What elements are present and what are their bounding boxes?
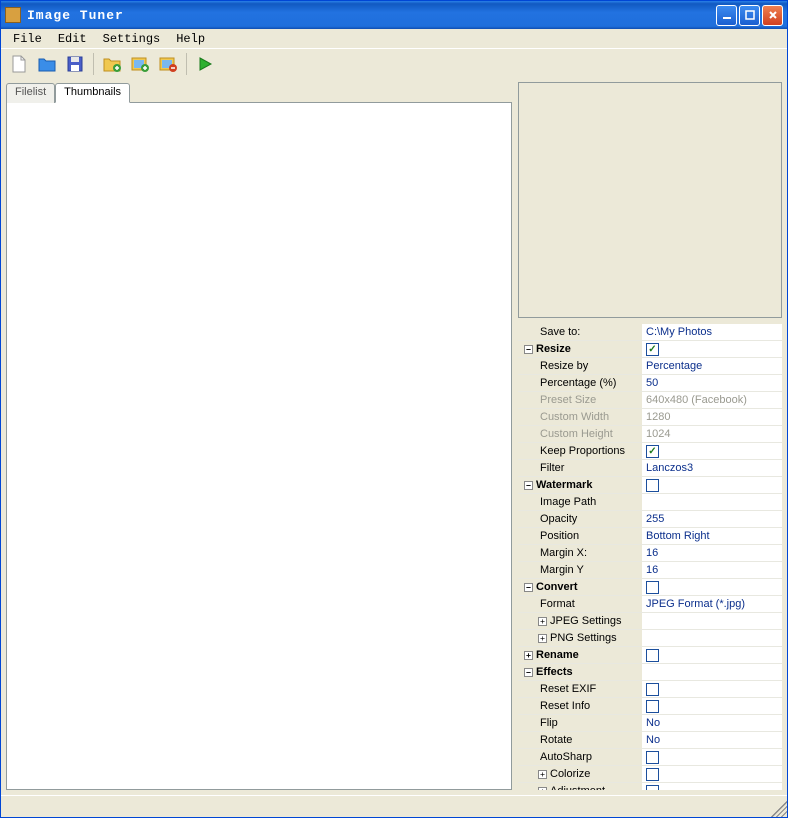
minimize-button[interactable]	[716, 5, 737, 26]
prop-filter[interactable]: Filter Lanczos3	[518, 460, 782, 477]
new-document-button[interactable]	[7, 52, 31, 76]
section-resize[interactable]: −Resize	[518, 341, 782, 358]
menu-help[interactable]: Help	[168, 30, 213, 48]
expand-icon[interactable]: +	[538, 787, 547, 791]
prop-adjustment[interactable]: +Adjustment	[518, 783, 782, 790]
prop-opacity[interactable]: Opacity 255	[518, 511, 782, 528]
prop-margin-x[interactable]: Margin X: 16	[518, 545, 782, 562]
properties-grid: Save to: C:\My Photos −Resize Resize by …	[518, 324, 782, 790]
prop-custom-height: Custom Height 1024	[518, 426, 782, 443]
reset-exif-checkbox[interactable]	[646, 683, 659, 696]
remove-image-button[interactable]	[156, 52, 180, 76]
preview-box	[518, 82, 782, 318]
prop-save-to[interactable]: Save to: C:\My Photos	[518, 324, 782, 341]
menubar: File Edit Settings Help	[1, 29, 787, 49]
close-button[interactable]	[762, 5, 783, 26]
run-button[interactable]	[193, 52, 217, 76]
prop-reset-info[interactable]: Reset Info	[518, 698, 782, 715]
prop-rotate[interactable]: Rotate No	[518, 732, 782, 749]
window-controls	[716, 5, 787, 26]
rename-checkbox[interactable]	[646, 649, 659, 662]
adjustment-checkbox[interactable]	[646, 785, 659, 791]
colorize-checkbox[interactable]	[646, 768, 659, 781]
convert-checkbox[interactable]	[646, 581, 659, 594]
toolbar-separator	[186, 53, 187, 75]
keep-proportions-checkbox[interactable]	[646, 445, 659, 458]
toolbar	[1, 49, 787, 79]
tabs: Filelist Thumbnails	[6, 83, 512, 103]
statusbar	[1, 795, 787, 817]
menu-edit[interactable]: Edit	[50, 30, 95, 48]
toolbar-separator	[93, 53, 94, 75]
prop-percentage[interactable]: Percentage (%) 50	[518, 375, 782, 392]
collapse-icon[interactable]: −	[524, 345, 533, 354]
collapse-icon[interactable]: −	[524, 481, 533, 490]
save-button[interactable]	[63, 52, 87, 76]
prop-format[interactable]: Format JPEG Format (*.jpg)	[518, 596, 782, 613]
prop-keep-proportions[interactable]: Keep Proportions	[518, 443, 782, 460]
add-file-button[interactable]	[100, 52, 124, 76]
titlebar: Image Tuner	[1, 1, 787, 29]
add-folder-button[interactable]	[128, 52, 152, 76]
left-pane: Filelist Thumbnails	[6, 82, 512, 790]
prop-colorize[interactable]: +Colorize	[518, 766, 782, 783]
resize-grip-icon[interactable]	[771, 801, 787, 817]
expand-icon[interactable]: +	[524, 651, 533, 660]
collapse-icon[interactable]: −	[524, 583, 533, 592]
prop-resize-by[interactable]: Resize by Percentage	[518, 358, 782, 375]
prop-flip[interactable]: Flip No	[518, 715, 782, 732]
menu-settings[interactable]: Settings	[95, 30, 169, 48]
section-watermark[interactable]: −Watermark	[518, 477, 782, 494]
autosharp-checkbox[interactable]	[646, 751, 659, 764]
thumbnails-panel[interactable]	[6, 102, 512, 790]
collapse-icon[interactable]: −	[524, 668, 533, 677]
prop-custom-width: Custom Width 1280	[518, 409, 782, 426]
prop-png-settings[interactable]: +PNG Settings	[518, 630, 782, 647]
app-window: Image Tuner File Edit Settings Help	[0, 0, 788, 818]
right-pane: Save to: C:\My Photos −Resize Resize by …	[518, 82, 782, 790]
app-icon	[5, 7, 21, 23]
content-area: Filelist Thumbnails Save to: C:\My Photo…	[1, 79, 787, 795]
expand-icon[interactable]: +	[538, 770, 547, 779]
open-folder-button[interactable]	[35, 52, 59, 76]
menu-file[interactable]: File	[5, 30, 50, 48]
prop-image-path[interactable]: Image Path	[518, 494, 782, 511]
section-rename[interactable]: +Rename	[518, 647, 782, 664]
tab-filelist[interactable]: Filelist	[6, 83, 55, 103]
prop-margin-y[interactable]: Margin Y 16	[518, 562, 782, 579]
prop-jpeg-settings[interactable]: +JPEG Settings	[518, 613, 782, 630]
prop-autosharp[interactable]: AutoSharp	[518, 749, 782, 766]
expand-icon[interactable]: +	[538, 634, 547, 643]
watermark-checkbox[interactable]	[646, 479, 659, 492]
prop-preset-size: Preset Size 640x480 (Facebook)	[518, 392, 782, 409]
reset-info-checkbox[interactable]	[646, 700, 659, 713]
tab-thumbnails[interactable]: Thumbnails	[55, 83, 130, 103]
expand-icon[interactable]: +	[538, 617, 547, 626]
window-title: Image Tuner	[27, 8, 716, 23]
prop-position[interactable]: Position Bottom Right	[518, 528, 782, 545]
maximize-button[interactable]	[739, 5, 760, 26]
section-convert[interactable]: −Convert	[518, 579, 782, 596]
resize-checkbox[interactable]	[646, 343, 659, 356]
section-effects[interactable]: −Effects	[518, 664, 782, 681]
prop-reset-exif[interactable]: Reset EXIF	[518, 681, 782, 698]
